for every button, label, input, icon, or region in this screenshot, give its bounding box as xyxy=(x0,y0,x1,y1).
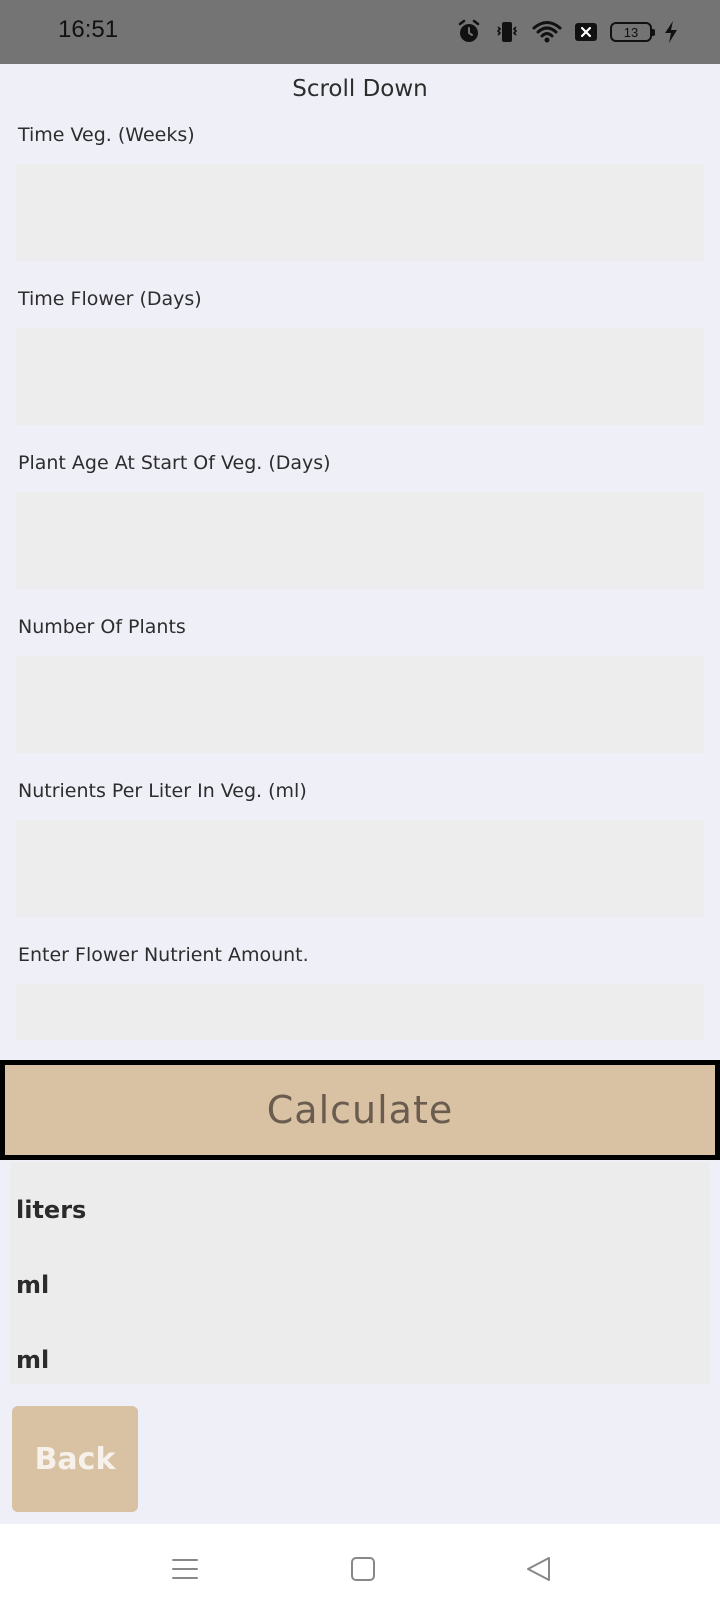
result-flower-ml: ml xyxy=(16,1346,50,1374)
calculate-button[interactable]: Calculate xyxy=(0,1060,720,1160)
time-flower-input[interactable] xyxy=(16,328,704,425)
status-icons: 13 xyxy=(456,18,678,46)
results-panel: liters ml ml xyxy=(10,1162,710,1384)
back-triangle-icon[interactable] xyxy=(524,1554,554,1584)
flower-nutrient-input[interactable] xyxy=(16,984,704,1040)
status-time: 16:51 xyxy=(58,16,119,43)
alarm-icon xyxy=(456,19,482,45)
result-veg-ml: ml xyxy=(16,1271,50,1299)
wifi-icon xyxy=(532,19,562,45)
scroll-down-title: Scroll Down xyxy=(292,76,428,102)
time-flower-label: Time Flower (Days) xyxy=(18,288,202,310)
veg-nutrients-label: Nutrients Per Liter In Veg. (ml) xyxy=(18,780,307,802)
time-veg-input[interactable] xyxy=(16,164,704,261)
close-box-icon xyxy=(574,21,598,43)
system-nav-bar xyxy=(0,1524,720,1612)
back-button[interactable]: Back xyxy=(12,1406,138,1512)
vibrate-icon xyxy=(494,19,520,45)
status-bar: 16:51 13 xyxy=(0,0,720,64)
charging-icon xyxy=(664,20,678,44)
number-of-plants-input[interactable] xyxy=(16,656,704,753)
number-of-plants-label: Number Of Plants xyxy=(18,616,186,638)
time-veg-label: Time Veg. (Weeks) xyxy=(18,124,195,146)
plant-age-input[interactable] xyxy=(16,492,704,589)
menu-icon[interactable] xyxy=(170,1554,200,1584)
result-liters: liters xyxy=(16,1196,87,1224)
flower-nutrient-label: Enter Flower Nutrient Amount. xyxy=(18,944,309,966)
battery-icon: 13 xyxy=(610,22,655,42)
home-icon[interactable] xyxy=(348,1554,378,1584)
plant-age-label: Plant Age At Start Of Veg. (Days) xyxy=(18,452,331,474)
veg-nutrients-input[interactable] xyxy=(16,820,704,917)
